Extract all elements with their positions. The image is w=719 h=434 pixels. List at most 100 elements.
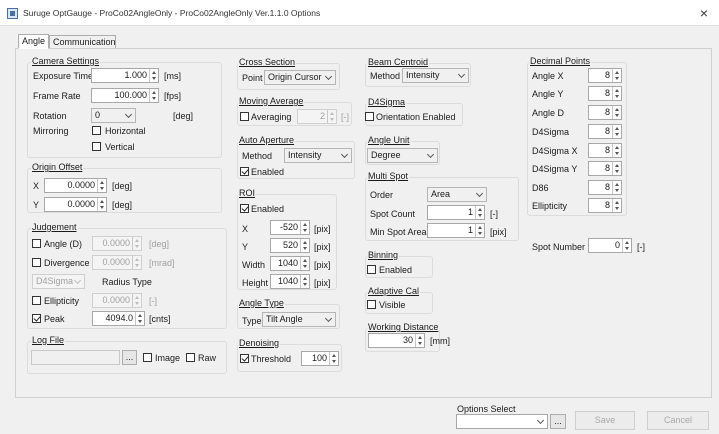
spot-count-input[interactable]: 1 <box>427 205 485 220</box>
min-spot-area-label: Min Spot Area <box>370 227 427 237</box>
angle-type-value: Tilt Angle <box>266 314 303 324</box>
options-browse-button[interactable]: ... <box>550 414 566 429</box>
chevron-down-icon <box>475 189 484 198</box>
spinner-icon[interactable] <box>329 352 338 365</box>
rotation-select[interactable]: 0 <box>91 108 136 123</box>
roi-width-input[interactable]: 1040 <box>270 256 310 271</box>
roi-enabled-checkbox[interactable] <box>240 204 249 213</box>
radius-type-select[interactable]: D4Sigma <box>32 274 85 289</box>
decimal-d4sigma-input[interactable]: 8 <box>588 124 622 139</box>
decimal-angle-x-input[interactable]: 8 <box>588 68 622 83</box>
spinner-icon[interactable] <box>132 294 141 307</box>
d4sigma-title: D4Sigma <box>367 97 407 107</box>
image-checkbox[interactable] <box>143 353 152 362</box>
decimal-d4sigma-x-input[interactable]: 8 <box>588 143 622 158</box>
origin-x-input[interactable]: 0.0000 <box>44 178 107 193</box>
peak-label: Peak <box>44 314 65 324</box>
working-distance-input[interactable]: 30 <box>368 333 425 348</box>
spinner-icon[interactable] <box>135 312 144 325</box>
spinner-icon[interactable] <box>612 69 621 82</box>
angle-d-unit: [deg] <box>149 239 170 249</box>
spinner-icon[interactable] <box>300 239 309 252</box>
divergence-value: 0.0000 <box>102 257 130 267</box>
angle-d-input[interactable]: 0.0000 <box>92 236 142 251</box>
auto-aperture-title: Auto Aperture <box>238 135 296 145</box>
spinner-icon[interactable] <box>300 221 309 234</box>
spinner-icon[interactable] <box>149 69 158 82</box>
horizontal-checkbox[interactable] <box>92 126 101 135</box>
roi-y-input[interactable]: 520 <box>270 238 310 253</box>
spinner-icon[interactable] <box>612 199 621 212</box>
peak-input[interactable]: 4094.0 <box>92 311 145 326</box>
decimal-angle-d-input[interactable]: 8 <box>588 105 622 120</box>
point-select[interactable]: Origin Cursor <box>264 70 336 85</box>
vertical-checkbox[interactable] <box>92 142 101 151</box>
raw-checkbox[interactable] <box>186 353 195 362</box>
spinner-icon[interactable] <box>622 239 631 252</box>
angle-d-checkbox[interactable] <box>32 239 41 248</box>
peak-checkbox[interactable] <box>32 314 41 323</box>
spinner-icon[interactable] <box>612 106 621 119</box>
spinner-icon[interactable] <box>415 334 424 347</box>
spinner-icon[interactable] <box>97 179 106 192</box>
spinner-icon[interactable] <box>612 87 621 100</box>
log-file-browse-button[interactable]: ... <box>122 350 137 365</box>
spot-number-input[interactable]: 0 <box>588 238 632 253</box>
divergence-checkbox[interactable] <box>32 258 41 267</box>
origin-y-input[interactable]: 0.0000 <box>44 197 107 212</box>
aperture-method-select[interactable]: Intensity <box>284 148 352 163</box>
judgement-title: Judgement <box>31 222 78 232</box>
adaptive-visible-checkbox[interactable] <box>367 300 376 309</box>
averaging-input[interactable]: 2 <box>297 109 337 124</box>
centroid-method-select[interactable]: Intensity <box>402 68 469 83</box>
roi-height-input[interactable]: 1040 <box>270 274 310 289</box>
threshold-input[interactable]: 100 <box>301 351 339 366</box>
decimal-d86-input[interactable]: 8 <box>588 180 622 195</box>
binning-enabled-checkbox[interactable] <box>367 265 376 274</box>
save-button[interactable]: Save <box>575 411 635 430</box>
spinner-icon[interactable] <box>612 181 621 194</box>
spinner-icon[interactable] <box>612 144 621 157</box>
angle-type-select[interactable]: Tilt Angle <box>262 312 336 327</box>
aperture-enabled-checkbox[interactable] <box>240 167 249 176</box>
orientation-checkbox[interactable] <box>365 112 374 121</box>
spinner-icon[interactable] <box>327 110 336 123</box>
spinner-icon[interactable] <box>300 257 309 270</box>
tab-communication[interactable]: Communication <box>49 35 116 49</box>
spinner-icon[interactable] <box>300 275 309 288</box>
log-file-path-input[interactable] <box>31 350 120 365</box>
spinner-icon[interactable] <box>132 256 141 269</box>
cancel-button[interactable]: Cancel <box>647 411 709 430</box>
ellipticity-checkbox[interactable] <box>32 296 41 305</box>
decimal-label: D4Sigma Y <box>532 164 578 174</box>
spinner-icon[interactable] <box>97 198 106 211</box>
decimal-value: 8 <box>604 182 610 192</box>
decimal-angle-y-input[interactable]: 8 <box>588 86 622 101</box>
spinner-icon[interactable] <box>132 237 141 250</box>
roi-x-input[interactable]: -520 <box>270 220 310 235</box>
spinner-icon[interactable] <box>475 206 484 219</box>
angle-unit-select[interactable]: Degree <box>367 148 438 163</box>
options-select[interactable] <box>456 414 548 429</box>
frame-rate-input[interactable]: 100.000 <box>91 88 159 103</box>
spinner-icon[interactable] <box>612 125 621 138</box>
point-value: Origin Cursor <box>268 72 322 82</box>
threshold-value: 100 <box>311 353 327 363</box>
ellipticity-value: 0.0000 <box>102 295 130 305</box>
min-spot-area-input[interactable]: 1 <box>427 223 485 238</box>
divergence-input[interactable]: 0.0000 <box>92 255 142 270</box>
ellipticity-input[interactable]: 0.0000 <box>92 293 142 308</box>
decimal-ellipticity-input[interactable]: 8 <box>588 198 622 213</box>
close-button[interactable]: × <box>689 0 719 26</box>
spinner-icon[interactable] <box>475 224 484 237</box>
origin-y-unit: [deg] <box>112 200 133 210</box>
spinner-icon[interactable] <box>149 89 158 102</box>
decimal-label: D4Sigma <box>532 127 570 137</box>
order-select[interactable]: Area <box>427 187 487 202</box>
decimal-d4sigma-y-input[interactable]: 8 <box>588 161 622 176</box>
spinner-icon[interactable] <box>612 162 621 175</box>
threshold-checkbox[interactable] <box>240 354 249 363</box>
exposure-time-input[interactable]: 1.000 <box>91 68 159 83</box>
tab-angle[interactable]: Angle <box>18 34 49 49</box>
averaging-checkbox[interactable] <box>240 112 249 121</box>
